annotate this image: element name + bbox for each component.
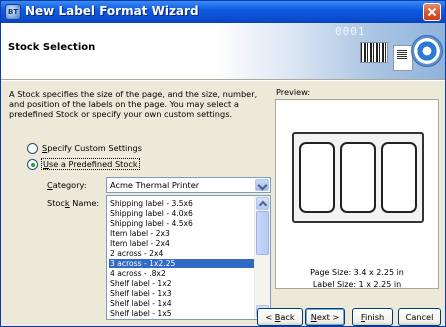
stock-list-item[interactable]: 2 across - 2x4 (109, 249, 255, 258)
description-text: A Stock specifies the size of the page, … (9, 89, 258, 119)
stock-name-label: Stock Name: (47, 198, 100, 208)
predefined-stock-label[interactable]: Use a Predefined Stock (41, 158, 140, 170)
banner-digits: 0001 (335, 25, 366, 38)
header-divider-highlight (1, 80, 445, 81)
custom-settings-label[interactable]: Specify Custom Settings (42, 143, 142, 153)
stock-list-item[interactable]: Shipping label - 4.5x6 (109, 219, 255, 228)
predefined-stock-radio[interactable] (27, 159, 38, 170)
stock-list-item[interactable]: Shipping label - 3.5x6 (109, 199, 255, 208)
stock-list-item[interactable]: 4 across - .8x2 (109, 269, 255, 278)
chevron-down-icon (257, 180, 268, 191)
wizard-app-icon: BT (5, 4, 21, 20)
preview-panel: Page Size: 3.4 x 2.25 in Label Size: 1 x… (275, 99, 439, 289)
category-label: Category: (47, 180, 87, 190)
category-dropdown-button[interactable] (255, 179, 269, 191)
stock-list-item[interactable]: Shelf label - 1x5 (109, 309, 255, 318)
category-dropdown[interactable]: Acme Thermal Printer (106, 177, 271, 193)
label-size-text: Label Size: 1 x 2.25 in (312, 280, 402, 289)
wizard-header: Stock Selection 0001 147 (1, 23, 445, 79)
page-title: Stock Selection (8, 42, 96, 53)
category-value: Acme Thermal Printer (110, 180, 200, 190)
stock-list-item[interactable]: Shelf label - 1x2 (109, 279, 255, 288)
custom-settings-radio[interactable] (27, 143, 38, 154)
page-size-text: Page Size: 3.4 x 2.25 in (310, 268, 404, 277)
cancel-button[interactable]: Cancel (398, 308, 441, 326)
stock-name-list[interactable]: Shipping label - 3.5x6 Shipping label - 4… (106, 195, 271, 320)
scroll-thumb[interactable] (256, 211, 269, 255)
close-icon[interactable] (423, 3, 441, 21)
label-sheet-icon (393, 45, 413, 71)
title-bar[interactable]: BT New Label Format Wizard (1, 1, 445, 23)
scroll-up-button[interactable] (256, 197, 269, 210)
preview-label: Preview: (276, 87, 311, 97)
stock-list-item[interactable]: Shipping label - 4.0x6 (109, 209, 255, 218)
barcode-icon (360, 42, 388, 63)
stock-list-item[interactable]: Item label - 2x4 (109, 239, 255, 248)
stock-list-item[interactable]: Shelf label - 1x4 (109, 299, 255, 308)
disc-icon (411, 35, 443, 67)
finish-button[interactable]: Finish (352, 308, 393, 326)
label-preview (299, 142, 335, 213)
wizard-window: BT New Label Format Wizard Stock Selecti… (0, 0, 446, 327)
label-preview (381, 142, 417, 213)
label-liner-preview (292, 132, 424, 223)
back-button[interactable]: < Back (257, 308, 303, 326)
stock-list-item[interactable]: Item label - 2x3 (109, 229, 255, 238)
stock-list-item[interactable]: Shelf label - 1x3 (109, 289, 255, 298)
stock-list-scrollbar[interactable] (254, 196, 270, 319)
chevron-up-icon (258, 200, 268, 210)
next-button[interactable]: Next > (305, 308, 345, 326)
window-title: New Label Format Wizard (25, 4, 199, 18)
stock-list-item[interactable]: 3 across - 1x2.25 (109, 259, 255, 268)
label-preview (340, 142, 376, 213)
header-banner-art: 0001 147 (215, 23, 445, 79)
